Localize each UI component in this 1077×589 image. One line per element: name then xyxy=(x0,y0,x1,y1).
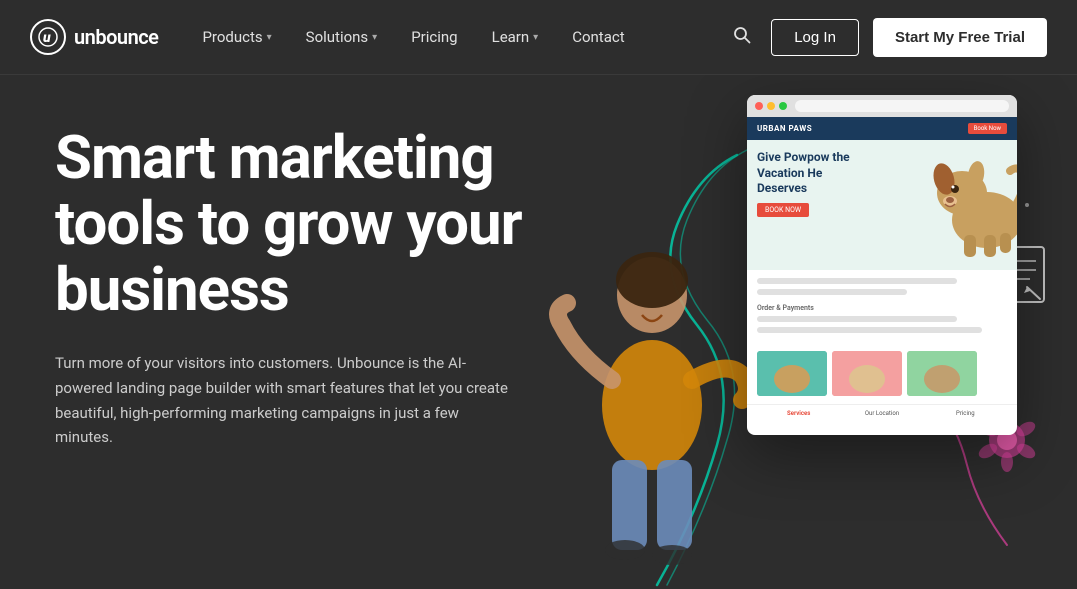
lp-book-btn: BOOK NOW xyxy=(757,203,809,217)
nav-actions: Log In Start My Free Trial xyxy=(727,18,1047,57)
login-button[interactable]: Log In xyxy=(771,19,859,56)
svg-text:u: u xyxy=(43,30,51,46)
hero-visual: URBAN PAWS Book Now Give Powpow the Vaca… xyxy=(457,75,1077,589)
dog-illustration xyxy=(922,145,1017,255)
lp-nav-location: Our Location xyxy=(840,410,923,417)
lp-thumb-3 xyxy=(907,351,977,396)
lp-content-line-2 xyxy=(757,289,907,295)
lp-nav-services: Services xyxy=(757,410,840,417)
logo-text: unbounce xyxy=(74,25,158,49)
search-icon[interactable] xyxy=(727,20,757,55)
nav-item-learn[interactable]: Learn ▾ xyxy=(478,20,553,54)
lp-content-line-1 xyxy=(757,278,957,284)
logo-icon: u xyxy=(30,19,66,55)
trial-button[interactable]: Start My Free Trial xyxy=(873,18,1047,57)
lp-nav-bar: URBAN PAWS Book Now xyxy=(747,117,1017,140)
nav-item-products[interactable]: Products ▾ xyxy=(188,20,285,54)
lp-section-label: Order & Payments xyxy=(757,304,1007,312)
logo[interactable]: u unbounce xyxy=(30,19,158,55)
nav-item-pricing[interactable]: Pricing xyxy=(397,20,471,54)
hero-description: Turn more of your visitors into customer… xyxy=(55,351,515,450)
lp-thumb-1 xyxy=(757,351,827,396)
lp-thumbnails xyxy=(747,351,1017,404)
lp-thumb-2 xyxy=(832,351,902,396)
lp-nav-pricing: Pricing xyxy=(924,410,1007,417)
landing-page-mockup: URBAN PAWS Book Now Give Powpow the Vaca… xyxy=(747,95,1017,435)
hero-section: Smart marketing tools to grow your busin… xyxy=(0,75,1077,589)
nav-links: Products ▾ Solutions ▾ Pricing Learn ▾ C… xyxy=(188,20,727,54)
lp-cta-nav: Book Now xyxy=(968,123,1007,134)
lp-hero: Give Powpow the Vacation He Deserves BOO… xyxy=(747,140,1017,270)
dropdown-arrow-solutions: ▾ xyxy=(372,32,377,43)
hero-content: Smart marketing tools to grow your busin… xyxy=(0,125,530,450)
lp-brand: URBAN PAWS xyxy=(757,124,812,133)
lp-hero-title: Give Powpow the Vacation He Deserves xyxy=(757,150,857,197)
navbar: u unbounce Products ▾ Solutions ▾ Pricin… xyxy=(0,0,1077,75)
lp-bottom-nav: Services Our Location Pricing xyxy=(747,404,1017,422)
nav-item-contact[interactable]: Contact xyxy=(558,20,638,54)
hero-title: Smart marketing tools to grow your busin… xyxy=(55,125,530,323)
dropdown-arrow-learn: ▾ xyxy=(533,32,538,43)
lp-content: Order & Payments xyxy=(747,270,1017,346)
nav-item-solutions[interactable]: Solutions ▾ xyxy=(292,20,392,54)
dropdown-arrow-products: ▾ xyxy=(267,32,272,43)
lp-content-line-3 xyxy=(757,316,957,322)
lp-content-line-4 xyxy=(757,327,982,333)
